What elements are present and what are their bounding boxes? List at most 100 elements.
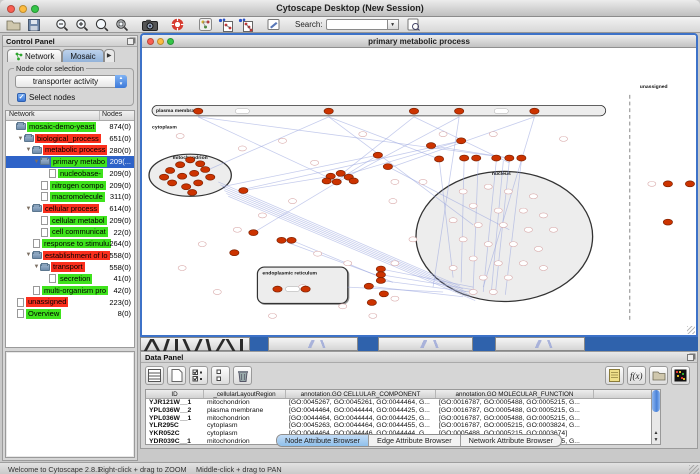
- zoom-fit-icon[interactable]: [113, 17, 130, 32]
- close-view-icon[interactable]: [147, 38, 154, 45]
- attribute-batch-icon[interactable]: [605, 366, 624, 385]
- table-column-header[interactable]: _cellularLayoutRegion: [204, 390, 286, 398]
- zoom-in-icon[interactable]: [73, 17, 90, 32]
- network-node[interactable]: [336, 170, 345, 176]
- network-node[interactable]: [277, 237, 286, 243]
- function-builder-icon[interactable]: f(x): [627, 366, 646, 385]
- more-tabs-arrow-icon[interactable]: ▶: [104, 49, 115, 62]
- new-network-from-selection-edges-icon[interactable]: [237, 17, 254, 32]
- network-node[interactable]: [194, 108, 203, 114]
- network-node[interactable]: [373, 152, 382, 158]
- search-dropdown-arrow-icon[interactable]: ▼: [388, 19, 399, 30]
- search-input[interactable]: [326, 19, 388, 30]
- tree-column-nodes[interactable]: Nodes: [100, 111, 134, 120]
- network-node[interactable]: [455, 108, 464, 114]
- tree-row-transport[interactable]: ▼transport558(0): [6, 261, 134, 273]
- zoom-out-icon[interactable]: [53, 17, 70, 32]
- network-node[interactable]: [201, 167, 210, 173]
- network-node[interactable]: [426, 143, 435, 149]
- save-icon[interactable]: [25, 17, 42, 32]
- network-node[interactable]: [178, 173, 187, 179]
- network-node[interactable]: [186, 157, 195, 163]
- tree-row-unassigned[interactable]: unassigned223(0): [6, 296, 134, 308]
- tab-network-attribute-browser[interactable]: Network Attribute Browser: [461, 435, 561, 446]
- table-column-header[interactable]: annotation.GO CELLULAR_COMPONENT: [286, 390, 436, 398]
- network-node[interactable]: [176, 162, 185, 168]
- delete-attribute-trash-icon[interactable]: [233, 366, 252, 385]
- tree-row-cell-communicat[interactable]: cell communicat22(0): [6, 226, 134, 238]
- table-row[interactable]: YLR295Ccytoplasm[GO:0045263, GO:0044464,…: [146, 422, 652, 430]
- zoom-selected-icon[interactable]: [93, 17, 110, 32]
- network-node[interactable]: [194, 180, 203, 186]
- import-attributes-folder-icon[interactable]: [649, 366, 668, 385]
- table-column-header[interactable]: ID: [146, 390, 204, 398]
- tab-edge-attribute-browser[interactable]: Edge Attribute Browser: [369, 435, 461, 446]
- network-node[interactable]: [206, 174, 215, 180]
- network-node[interactable]: [492, 155, 501, 161]
- network-node[interactable]: [165, 167, 174, 173]
- network-node[interactable]: [376, 266, 385, 272]
- network-node[interactable]: [367, 300, 376, 306]
- network-node[interactable]: [249, 230, 258, 236]
- annotation-icon[interactable]: [197, 17, 214, 32]
- open-icon[interactable]: [5, 17, 22, 32]
- scrollbar-thumb[interactable]: [652, 390, 660, 412]
- network-window-titlebar[interactable]: primary metabolic process: [142, 35, 696, 48]
- select-attributes-icon[interactable]: [189, 366, 208, 385]
- tree-row-cellular-metabol[interactable]: cellular metabol209(0): [6, 215, 134, 227]
- close-window-icon[interactable]: [7, 5, 15, 13]
- network-node[interactable]: [324, 108, 333, 114]
- background-window-sliver[interactable]: [268, 337, 358, 351]
- tree-row-multi-organism-pro[interactable]: multi-organism pro42(0): [6, 285, 134, 297]
- minimize-view-icon[interactable]: [157, 38, 164, 45]
- tree-row-cellular-process[interactable]: ▼cellular process614(0): [6, 203, 134, 215]
- tree-row-mosaic-demo-yeast[interactable]: mosaic-demo-yeast874(0): [6, 121, 134, 133]
- network-node[interactable]: [663, 181, 672, 187]
- tab-mosaic[interactable]: Mosaic: [62, 49, 103, 62]
- network-node[interactable]: [434, 156, 443, 162]
- expander-arrow-icon[interactable]: ▼: [33, 159, 40, 165]
- network-node[interactable]: [196, 161, 205, 167]
- network-node[interactable]: [332, 179, 341, 185]
- tree-row-biological-process[interactable]: ▼biological_process651(0): [6, 133, 134, 145]
- zoom-window-icon[interactable]: [31, 5, 39, 13]
- vizmapper-page-icon[interactable]: [265, 17, 282, 32]
- expander-arrow-icon[interactable]: ▼: [17, 136, 24, 142]
- tree-row-primary-metabo[interactable]: ▼primary metabo209(...: [6, 156, 134, 168]
- network-node[interactable]: [301, 286, 310, 292]
- float-panel-icon[interactable]: [687, 354, 694, 361]
- network-node[interactable]: [239, 188, 248, 194]
- network-node[interactable]: [457, 138, 466, 144]
- tree-row-macromolecule[interactable]: macromolecule311(0): [6, 191, 134, 203]
- tree-row-overview[interactable]: Overview8(0): [6, 308, 134, 320]
- app-resize-grip-icon[interactable]: [689, 465, 699, 474]
- matrix-heatmap-icon[interactable]: [671, 366, 690, 385]
- network-node[interactable]: [322, 178, 331, 184]
- table-column-header[interactable]: annotation.GO MOLECULAR_FUNCTION: [436, 390, 594, 398]
- network-node[interactable]: [376, 272, 385, 278]
- network-node[interactable]: [685, 181, 694, 187]
- network-node[interactable]: [663, 219, 672, 225]
- new-network-from-selection-icon[interactable]: [217, 17, 234, 32]
- tree-row-nucleobase-[interactable]: nucleobase-209(0): [6, 168, 134, 180]
- expander-arrow-icon[interactable]: ▼: [25, 206, 32, 212]
- network-node[interactable]: [188, 189, 197, 195]
- new-attribute-icon[interactable]: [167, 366, 186, 385]
- network-node[interactable]: [230, 250, 239, 256]
- network-node[interactable]: [530, 108, 539, 114]
- tab-node-attribute-browser[interactable]: Node Attribute Browser: [277, 435, 369, 446]
- tree-row-response-to-stimulu[interactable]: response to stimulu264(0): [6, 238, 134, 250]
- tree-row-establishment-of-lo[interactable]: ▼establishment of lo558(0): [6, 250, 134, 262]
- network-canvas[interactable]: plasma membranecytoplasmmitochondrionnuc…: [142, 48, 696, 335]
- network-node[interactable]: [273, 286, 282, 292]
- network-node[interactable]: [517, 155, 526, 161]
- birds-eye-view[interactable]: [5, 351, 135, 458]
- network-node[interactable]: [472, 155, 481, 161]
- expander-arrow-icon[interactable]: ▼: [25, 252, 32, 258]
- background-window-sliver[interactable]: [378, 337, 473, 351]
- network-node[interactable]: [379, 291, 388, 297]
- select-nodes-checkbox[interactable]: ✓: [17, 93, 26, 102]
- tree-row-metabolic-process[interactable]: ▼metabolic process280(0): [6, 144, 134, 156]
- unselect-attributes-icon[interactable]: [211, 366, 230, 385]
- table-row[interactable]: YPL036W__2plasma membrane[GO:0044464, GO…: [146, 407, 652, 415]
